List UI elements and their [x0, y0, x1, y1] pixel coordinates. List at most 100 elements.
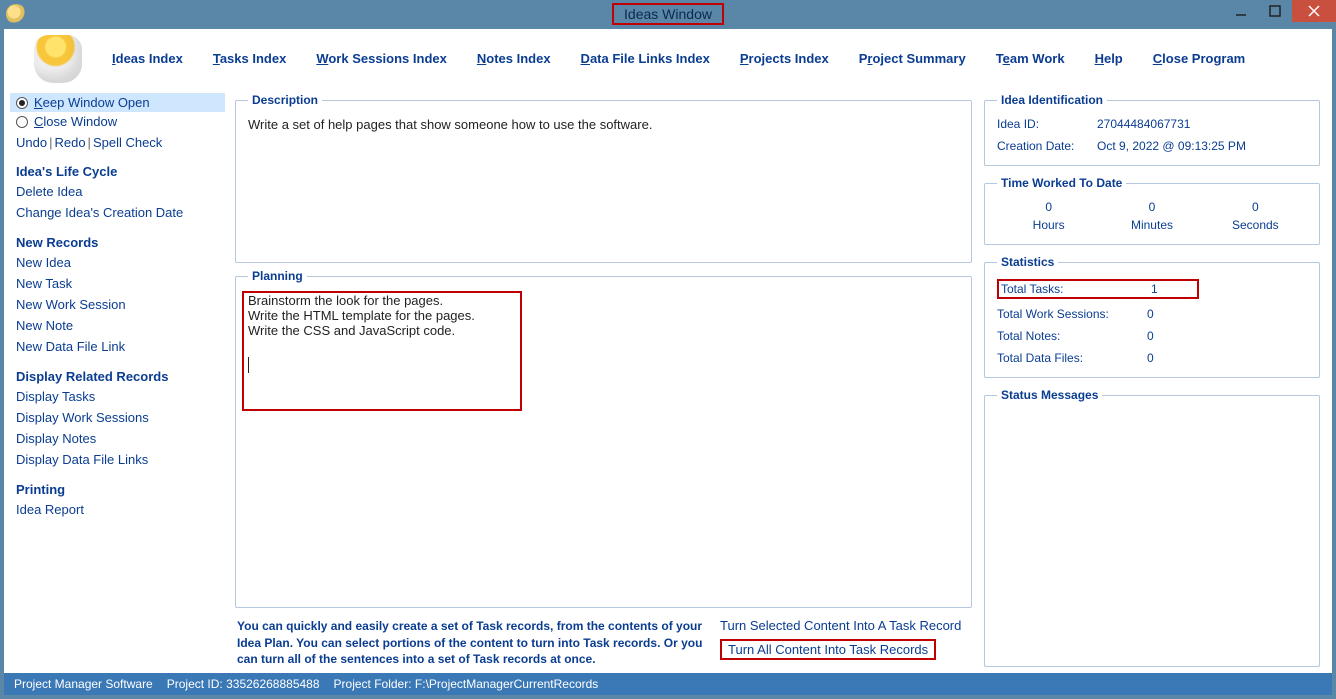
edit-actions: Undo | Redo | Spell Check — [10, 135, 225, 150]
time-worked-legend: Time Worked To Date — [997, 176, 1126, 190]
radio-icon — [16, 116, 28, 128]
status-bar: Project Manager Software Project ID: 335… — [4, 673, 1332, 695]
stat-total-tasks: Total Tasks: 1 — [997, 279, 1199, 299]
menu-project-summary[interactable]: Project Summary — [859, 51, 966, 66]
new-work-session-link[interactable]: New Work Session — [10, 296, 225, 313]
radio-keep-window-open[interactable]: Keep Window Open — [10, 93, 225, 112]
display-tasks-link[interactable]: Display Tasks — [10, 388, 225, 405]
window-title: Ideas Window — [612, 3, 724, 25]
change-creation-date-link[interactable]: Change Idea's Creation Date — [10, 204, 225, 221]
status-messages-legend: Status Messages — [997, 388, 1102, 402]
stat-label: Total Notes: — [997, 329, 1147, 343]
display-related-header: Display Related Records — [10, 369, 225, 384]
planning-line: Write the CSS and JavaScript code. — [248, 323, 959, 338]
lifecycle-header: Idea's Life Cycle — [10, 164, 225, 179]
planning-legend: Planning — [248, 269, 307, 283]
center-column: Description Write a set of help pages th… — [233, 93, 974, 667]
statistics-legend: Statistics — [997, 255, 1058, 269]
planning-line: Write the HTML template for the pages. — [248, 308, 959, 323]
menu-ideas-index[interactable]: Ideas Index — [112, 51, 183, 66]
new-data-file-link-link[interactable]: New Data File Link — [10, 338, 225, 355]
close-icon — [1308, 5, 1320, 17]
planning-fieldset: Planning Brainstorm the look for the pag… — [235, 269, 972, 608]
planning-line: Brainstorm the look for the pages. — [248, 293, 959, 308]
spell-check-link[interactable]: Spell Check — [93, 135, 162, 150]
planning-line — [248, 338, 959, 353]
display-notes-link[interactable]: Display Notes — [10, 430, 225, 447]
display-data-file-links-link[interactable]: Display Data File Links — [10, 451, 225, 468]
close-button[interactable] — [1292, 0, 1336, 22]
title-wrap: Ideas Window — [612, 3, 724, 25]
description-legend: Description — [248, 93, 322, 107]
new-note-link[interactable]: New Note — [10, 317, 225, 334]
menu-tasks-index[interactable]: Tasks Index — [213, 51, 286, 66]
stat-value: 0 — [1147, 307, 1187, 321]
time-worked-fieldset: Time Worked To Date 0 0 0 Hours Minutes … — [984, 176, 1320, 245]
title-bar: Ideas Window — [0, 0, 1336, 28]
stat-total-notes: Total Notes: 0 — [997, 329, 1307, 343]
idea-identification-legend: Idea Identification — [997, 93, 1107, 107]
redo-link[interactable]: Redo — [54, 135, 85, 150]
text-caret-icon — [248, 357, 249, 373]
planning-section: Planning Brainstorm the look for the pag… — [233, 269, 974, 667]
stat-total-data-files: Total Data Files: 0 — [997, 351, 1307, 365]
menu-notes-index[interactable]: Notes Index — [477, 51, 551, 66]
delete-idea-link[interactable]: Delete Idea — [10, 183, 225, 200]
display-work-sessions-link[interactable]: Display Work Sessions — [10, 409, 225, 426]
idea-report-link[interactable]: Idea Report — [10, 501, 225, 518]
seconds-value: 0 — [1204, 200, 1307, 214]
statistics-fieldset: Statistics Total Tasks: 1 Total Work Ses… — [984, 255, 1320, 378]
idea-id-value: 27044484067731 — [1097, 117, 1307, 131]
planning-textarea[interactable]: Brainstorm the look for the pages. Write… — [248, 293, 959, 373]
new-task-link[interactable]: New Task — [10, 275, 225, 292]
new-records-header: New Records — [10, 235, 225, 250]
menu-bar: Ideas Index Tasks Index Work Sessions In… — [4, 29, 1332, 89]
idea-identification-grid: Idea ID: 27044484067731 Creation Date: O… — [997, 117, 1307, 153]
status-project-folder: Project Folder: F:\ProjectManagerCurrent… — [334, 677, 599, 691]
status-project-id: Project ID: 33526268885488 — [167, 677, 320, 691]
time-worked-grid: 0 0 0 Hours Minutes Seconds — [997, 200, 1307, 232]
menu-close-program[interactable]: Close Program — [1153, 51, 1245, 66]
hours-value: 0 — [997, 200, 1100, 214]
idea-id-label: Idea ID: — [997, 117, 1097, 131]
status-messages-fieldset: Status Messages — [984, 388, 1320, 667]
statistics-list: Total Tasks: 1 Total Work Sessions: 0 To… — [997, 279, 1307, 365]
idea-identification-fieldset: Idea Identification Idea ID: 27044484067… — [984, 93, 1320, 166]
right-column: Idea Identification Idea ID: 27044484067… — [982, 93, 1322, 667]
planning-footer: You can quickly and easily create a set … — [233, 618, 974, 667]
hours-label: Hours — [997, 218, 1100, 232]
creation-date-label: Creation Date: — [997, 139, 1097, 153]
minimize-icon — [1235, 5, 1247, 17]
status-app-name: Project Manager Software — [14, 677, 153, 691]
menu-data-file-links-index[interactable]: Data File Links Index — [581, 51, 710, 66]
menu-projects-index[interactable]: Projects Index — [740, 51, 829, 66]
printing-header: Printing — [10, 482, 225, 497]
maximize-icon — [1269, 5, 1281, 17]
new-idea-link[interactable]: New Idea — [10, 254, 225, 271]
minutes-value: 0 — [1100, 200, 1203, 214]
radio-close-window[interactable]: Close Window — [10, 112, 225, 131]
stat-label: Total Work Sessions: — [997, 307, 1147, 321]
planning-footer-links: Turn Selected Content Into A Task Record… — [720, 618, 970, 667]
turn-all-into-tasks-link[interactable]: Turn All Content Into Task Records — [720, 639, 936, 660]
stat-label: Total Tasks: — [1001, 282, 1151, 296]
minimize-button[interactable] — [1224, 0, 1258, 22]
stat-value: 1 — [1151, 282, 1191, 296]
description-textarea[interactable]: Write a set of help pages that show some… — [248, 117, 959, 132]
creation-date-value: Oct 9, 2022 @ 09:13:25 PM — [1097, 139, 1307, 153]
idea-bulb-icon — [34, 35, 82, 83]
maximize-button[interactable] — [1258, 0, 1292, 22]
menu-help[interactable]: Help — [1095, 51, 1123, 66]
description-fieldset: Description Write a set of help pages th… — [235, 93, 972, 263]
planning-footer-help: You can quickly and easily create a set … — [237, 618, 710, 667]
seconds-label: Seconds — [1204, 218, 1307, 232]
turn-selected-into-task-link[interactable]: Turn Selected Content Into A Task Record — [720, 618, 961, 633]
stat-total-work-sessions: Total Work Sessions: 0 — [997, 307, 1307, 321]
menu-work-sessions-index[interactable]: Work Sessions Index — [316, 51, 447, 66]
undo-link[interactable]: Undo — [16, 135, 47, 150]
window-controls — [1224, 0, 1336, 22]
stat-label: Total Data Files: — [997, 351, 1147, 365]
content-area: Keep Window Open Close Window Undo | Red… — [4, 89, 1332, 673]
menu-team-work[interactable]: Team Work — [996, 51, 1065, 66]
minutes-label: Minutes — [1100, 218, 1203, 232]
